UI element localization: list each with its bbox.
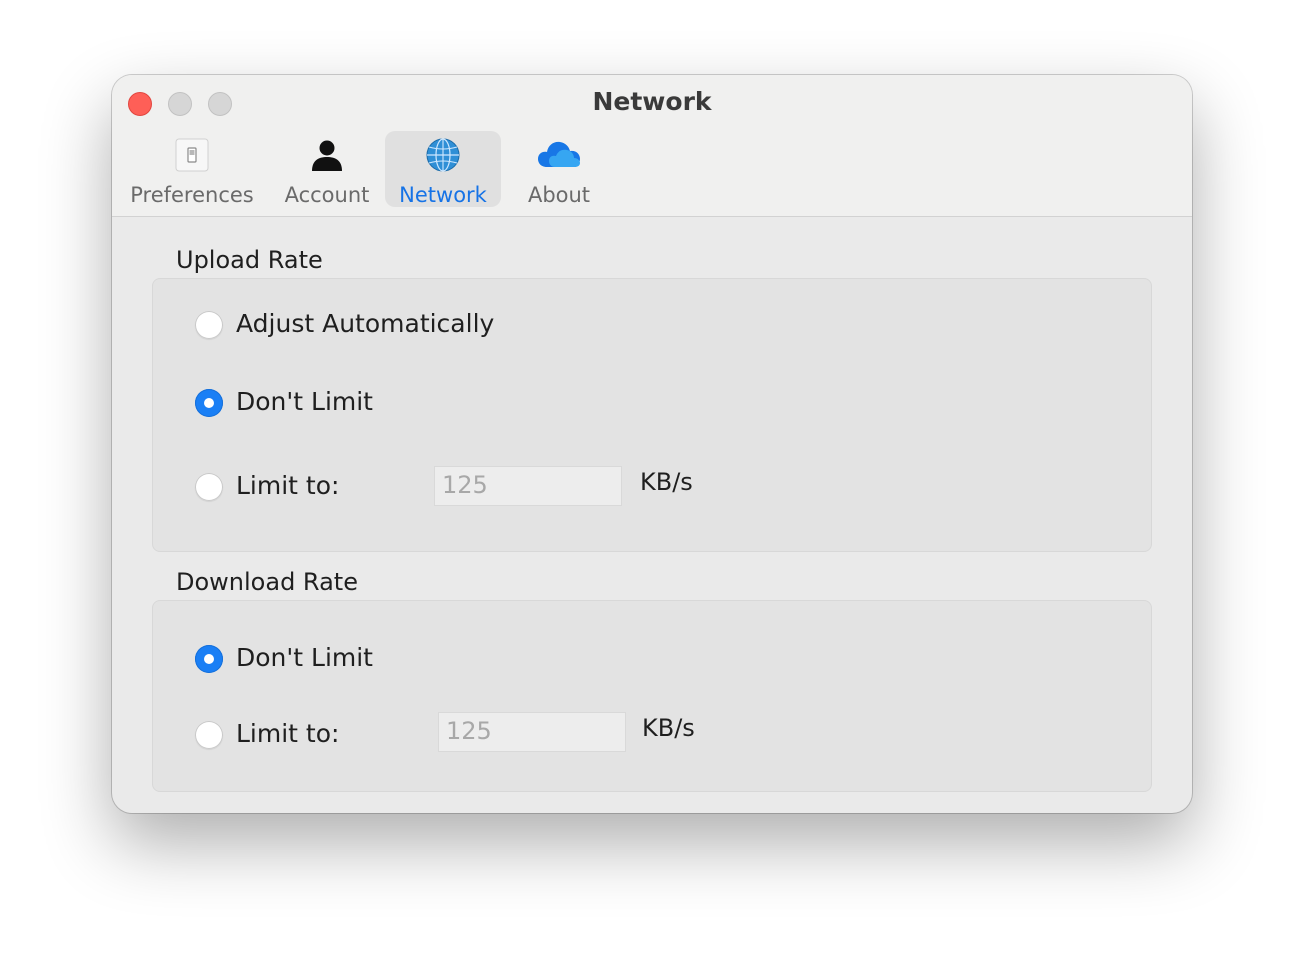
tab-label: Preferences — [130, 183, 254, 207]
download-rate-title: Download Rate — [176, 568, 358, 596]
download-unit-label: KB/s — [642, 714, 695, 742]
radio-button[interactable] — [195, 473, 223, 501]
cloud-icon — [538, 141, 580, 167]
preferences-window: Network Preferences Account Network Abou… — [112, 75, 1192, 813]
upload-rate-title: Upload Rate — [176, 246, 323, 274]
download-limit-input[interactable]: 125 — [438, 712, 626, 752]
radio-button[interactable] — [195, 721, 223, 749]
tab-label: About — [527, 183, 591, 207]
radio-label: Adjust Automatically — [236, 309, 495, 338]
upload-limit-input[interactable]: 125 — [434, 466, 622, 506]
radio-label: Limit to: — [236, 471, 340, 500]
tab-label: Account — [284, 183, 370, 207]
radio-label: Don't Limit — [236, 387, 373, 416]
title-bar: Network Preferences Account Network Abou… — [112, 75, 1192, 217]
person-icon — [312, 140, 342, 171]
tab-label: Network — [399, 183, 487, 207]
download-rate-group — [152, 600, 1152, 792]
radio-label: Limit to: — [236, 719, 340, 748]
tab-preferences[interactable]: Preferences — [124, 131, 260, 207]
window-title: Network — [592, 87, 712, 116]
tab-network[interactable]: Network — [385, 131, 501, 207]
globe-icon — [426, 138, 460, 172]
radio-label: Don't Limit — [236, 643, 373, 672]
upload-unit-label: KB/s — [640, 468, 693, 496]
tab-account[interactable]: Account — [274, 131, 380, 207]
radio-button[interactable] — [195, 311, 223, 339]
tab-about[interactable]: About — [514, 131, 604, 207]
radio-button[interactable] — [195, 389, 223, 417]
switch-icon — [175, 138, 209, 172]
radio-button[interactable] — [195, 645, 223, 673]
